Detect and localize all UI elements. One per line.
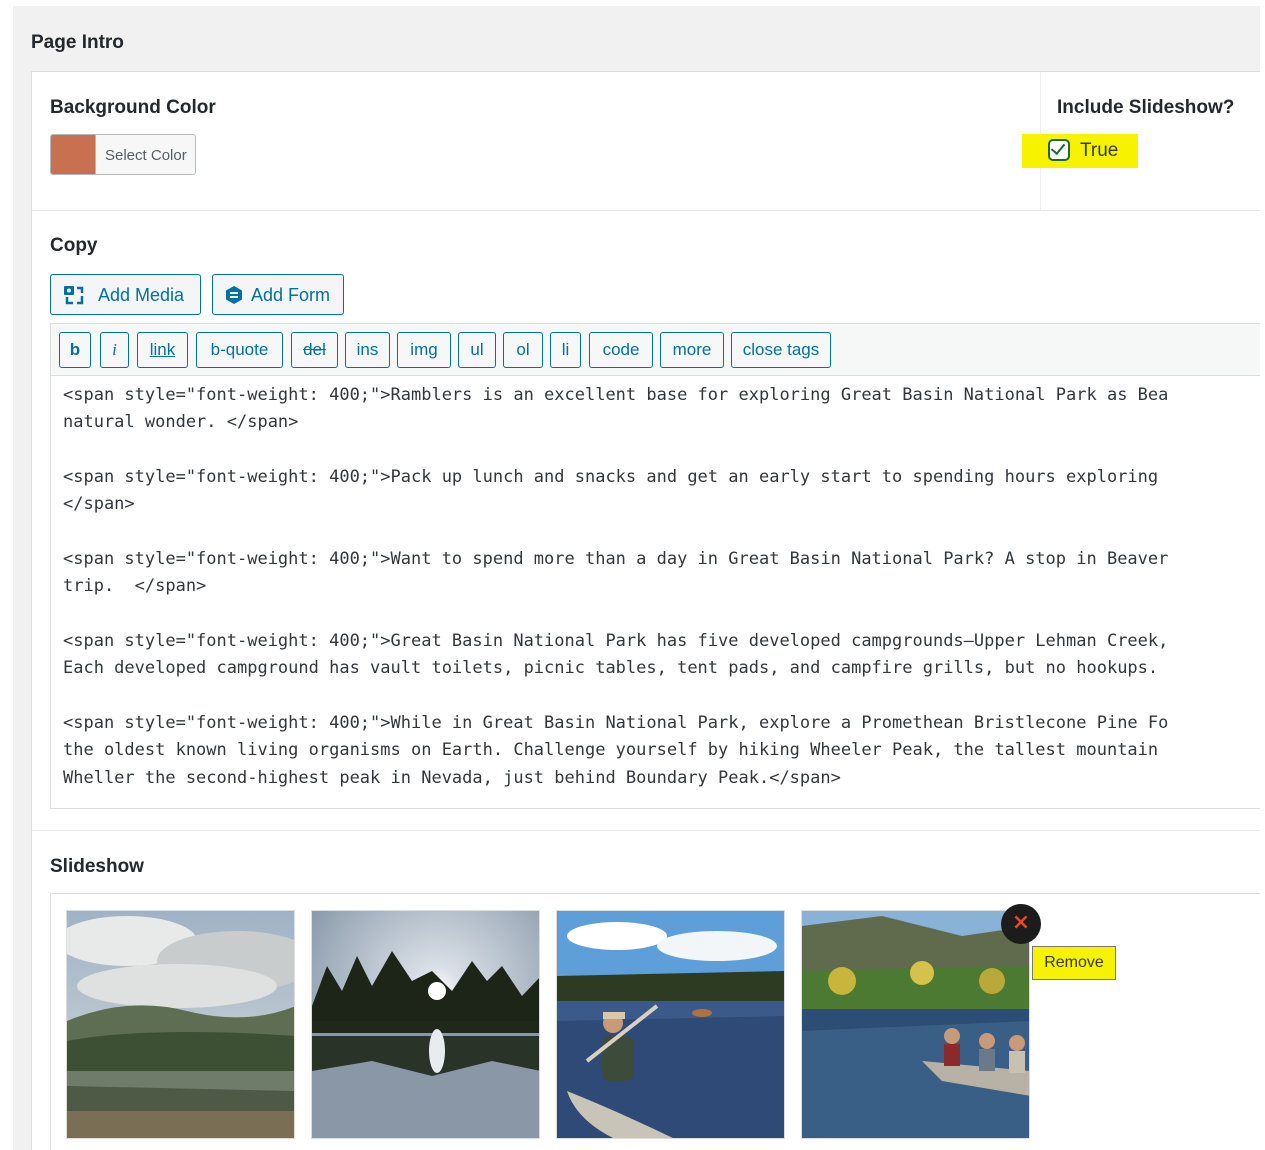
- select-color-button[interactable]: Select Color: [50, 134, 196, 175]
- content-line: <span style="font-weight: 400;">Want to …: [63, 549, 1169, 569]
- quicktag-bquote-button[interactable]: b-quote: [196, 332, 283, 368]
- quicktag-img-button[interactable]: img: [397, 332, 451, 368]
- add-form-button[interactable]: Add Form: [212, 274, 344, 315]
- remove-tooltip: Remove: [1032, 946, 1116, 980]
- close-icon: ×: [1011, 910, 1031, 935]
- background-color-label: Background Color: [50, 97, 216, 118]
- canoe-group-photo: [802, 911, 1029, 1138]
- add-media-button[interactable]: Add Media: [50, 274, 201, 315]
- gallery-thumbnail[interactable]: [556, 910, 785, 1139]
- remove-image-button[interactable]: ×: [1001, 904, 1041, 944]
- form-icon: [226, 286, 242, 304]
- quicktag-ins-button[interactable]: ins: [345, 332, 390, 368]
- gallery-thumbnail[interactable]: [311, 910, 540, 1139]
- checkmark-icon: [1050, 139, 1066, 156]
- quicktag-del-button[interactable]: del: [291, 332, 338, 368]
- gallery-thumbnail[interactable]: [801, 910, 1030, 1139]
- content-line: </span>: [63, 494, 135, 514]
- row-background-slideshow: Background Color Select Color Include Sl…: [32, 72, 1260, 211]
- media-icon: [64, 286, 84, 305]
- content-line: <span style="font-weight: 400;">While in…: [63, 713, 1169, 733]
- content-line: <span style="font-weight: 400;">Ramblers…: [63, 385, 1169, 405]
- content-line: natural wonder. </span>: [63, 412, 299, 432]
- acf-field-group: Page Intro Background Color Select Color…: [13, 6, 1260, 1150]
- canoe-paddler-photo: [557, 911, 784, 1138]
- quicktag-close-tags-button[interactable]: close tags: [731, 332, 831, 368]
- content-line: Wheller the second-highest peak in Nevad…: [63, 768, 841, 788]
- section-title: Page Intro: [31, 32, 124, 53]
- quicktags-toolbar: b i link b-quote del ins img ul ol li co…: [51, 324, 1260, 376]
- content-line: the oldest known living organisms on Ear…: [63, 740, 1169, 760]
- content-line: <span style="font-weight: 400;">Great Ba…: [63, 631, 1169, 651]
- fields-panel: Background Color Select Color Include Sl…: [31, 71, 1260, 1150]
- quicktag-ul-button[interactable]: ul: [458, 332, 496, 368]
- content-textarea[interactable]: <span style="font-weight: 400;">Ramblers…: [51, 375, 1260, 808]
- text-editor: b i link b-quote del ins img ul ol li co…: [50, 323, 1260, 809]
- content-line: Each developed campground has vault toil…: [63, 658, 1169, 678]
- cloudy-lake-photo: [67, 911, 294, 1138]
- content-line: trip. </span>: [63, 576, 207, 596]
- include-slideshow-label: Include Slideshow?: [1057, 97, 1235, 118]
- add-media-label: Add Media: [98, 285, 185, 305]
- select-color-label: Select Color: [105, 147, 187, 164]
- content-line: <span style="font-weight: 400;">Pack up …: [63, 467, 1169, 487]
- include-slideshow-checkbox[interactable]: True: [1022, 134, 1138, 168]
- quicktag-more-button[interactable]: more: [660, 332, 724, 368]
- slideshow-label: Slideshow: [50, 856, 144, 877]
- slideshow-gallery: × Remove: [50, 893, 1260, 1150]
- quicktag-italic-button[interactable]: i: [100, 332, 129, 368]
- copy-label: Copy: [50, 235, 98, 256]
- checkbox-checked-icon[interactable]: [1048, 139, 1070, 161]
- true-option-label: True: [1080, 140, 1119, 161]
- quicktag-bold-button[interactable]: b: [59, 332, 91, 368]
- sunset-lake-photo: [312, 911, 539, 1138]
- color-swatch: [51, 135, 96, 174]
- row-divider: [32, 830, 1260, 831]
- quicktag-code-button[interactable]: code: [589, 332, 653, 368]
- gallery-thumbnail[interactable]: [66, 910, 295, 1139]
- quicktag-li-button[interactable]: li: [550, 332, 581, 368]
- quicktag-link-button[interactable]: link: [137, 332, 188, 368]
- add-form-label: Add Form: [251, 285, 331, 305]
- quicktag-ol-button[interactable]: ol: [503, 332, 543, 368]
